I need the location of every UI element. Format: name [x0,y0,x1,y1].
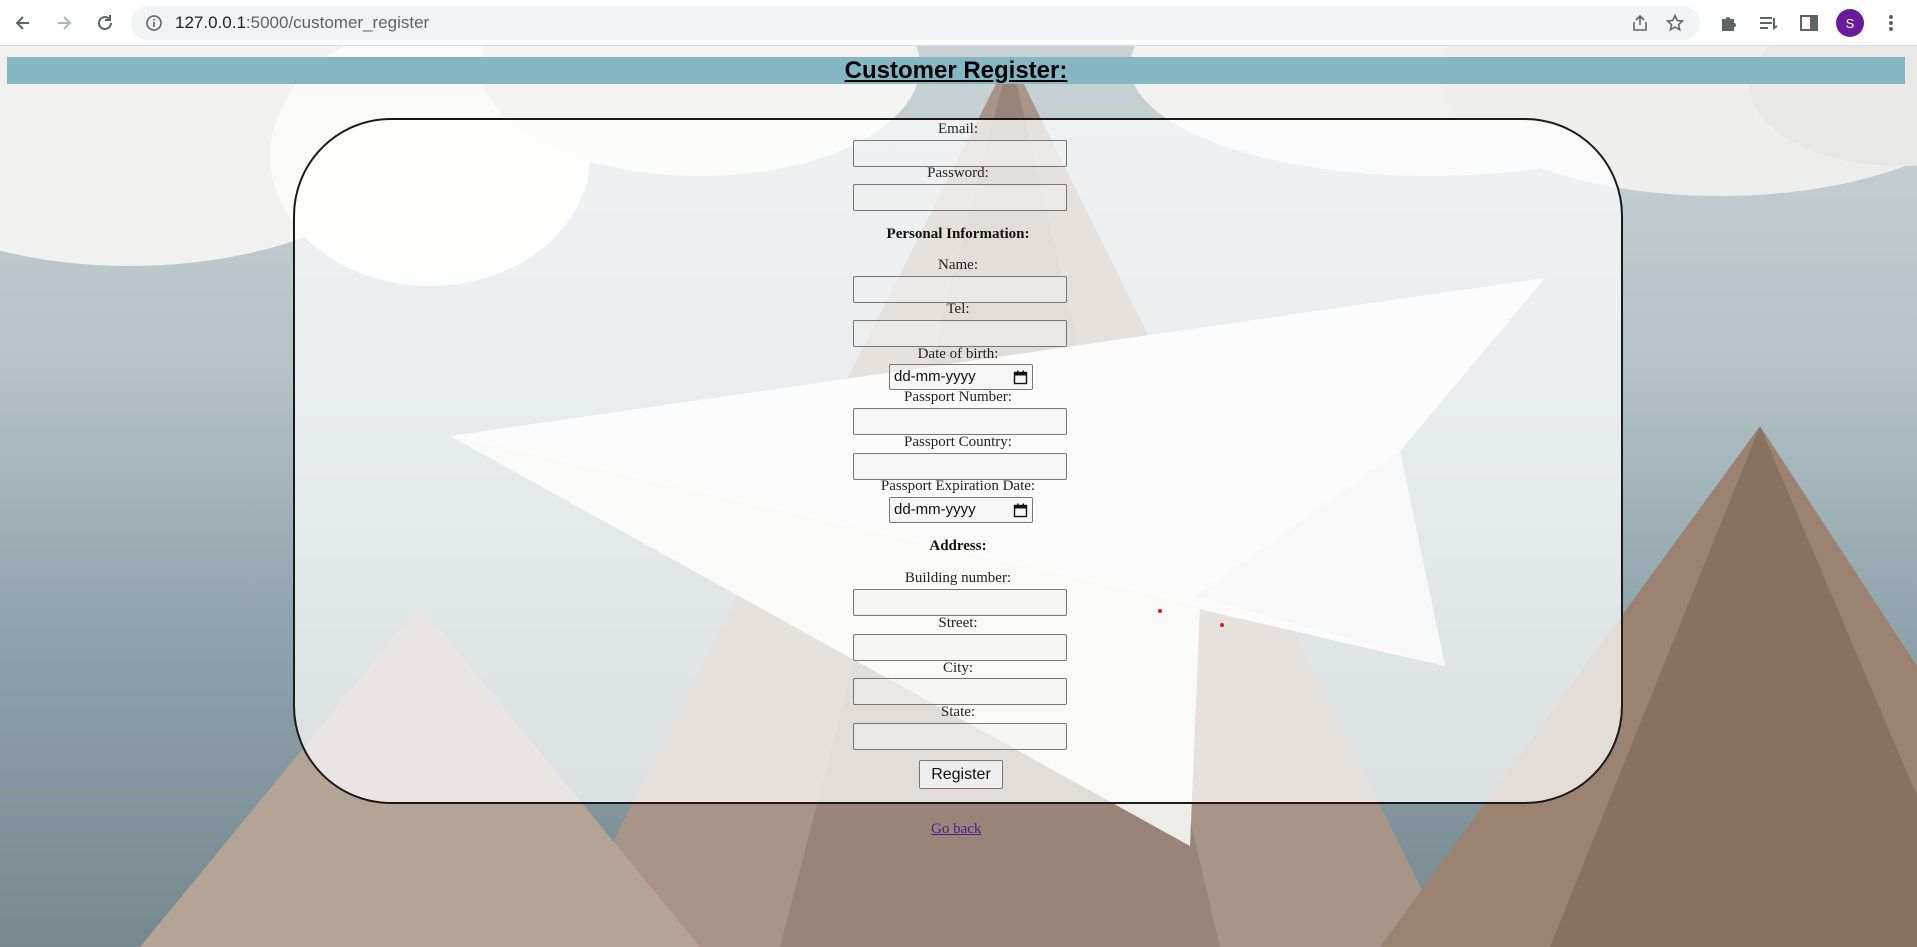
state-field[interactable] [853,723,1067,750]
red-dot-marker [1220,623,1224,627]
side-panel-icon[interactable] [1798,12,1820,34]
state-label: State: [940,704,976,720]
browser-toolbar: 127.0.0.1:5000/customer_register S [0,0,1917,46]
kebab-menu-icon[interactable] [1880,12,1902,34]
url-text: 127.0.0.1:5000/customer_register [175,6,429,40]
calendar-icon[interactable] [1013,503,1028,518]
page-title: Customer Register: [844,57,1068,84]
site-info-icon[interactable] [145,14,163,32]
red-dot-marker [1158,609,1162,613]
reading-list-icon[interactable] [1758,12,1780,34]
passport-country-label: Passport Country: [904,434,1012,450]
passport-number-field[interactable] [853,408,1067,435]
tel-label: Tel: [946,301,970,317]
profile-avatar[interactable]: S [1836,9,1864,37]
building-number-label: Building number: [904,570,1012,586]
city-field[interactable] [853,678,1067,705]
name-label: Name: [938,257,978,273]
name-field[interactable] [853,276,1067,303]
tel-field[interactable] [853,320,1067,347]
password-field[interactable] [853,184,1067,211]
forward-arrow-icon[interactable] [51,10,77,36]
url-host: 127.0.0.1 [175,13,246,32]
passport-number-label: Passport Number: [904,389,1012,405]
address-heading: Address: [929,538,987,554]
reload-icon[interactable] [92,10,118,36]
passport-country-field[interactable] [853,453,1067,480]
dob-placeholder: dd-mm-yyyy [894,368,976,385]
customer-register-form: Email: Password: Personal Information: N… [293,118,1623,804]
page-header: Customer Register: [7,57,1905,84]
bookmark-star-icon[interactable] [1665,13,1685,32]
register-button[interactable]: Register [919,760,1003,789]
dob-date-picker[interactable]: dd-mm-yyyy [889,364,1033,390]
back-arrow-icon[interactable] [10,10,36,36]
dob-label: Date of birth: [917,346,999,362]
extensions-puzzle-icon[interactable] [1718,12,1740,34]
passport-expiration-label: Passport Expiration Date: [880,478,1036,494]
calendar-icon[interactable] [1013,370,1028,385]
street-label: Street: [938,615,978,631]
email-label: Email: [938,121,978,137]
page-viewport: Customer Register: Email: Password: Pers… [0,46,1917,947]
password-label: Password: [927,165,989,181]
go-back-link[interactable]: Go back [931,821,981,838]
building-number-field[interactable] [853,589,1067,616]
email-field[interactable] [853,140,1067,167]
personal-info-heading: Personal Information: [886,226,1030,242]
passport-expiration-date-picker[interactable]: dd-mm-yyyy [889,497,1033,523]
address-bar[interactable]: 127.0.0.1:5000/customer_register [131,6,1700,40]
share-icon[interactable] [1631,14,1649,32]
url-path: :5000/customer_register [245,13,430,32]
city-label: City: [942,660,973,676]
passport-expiration-placeholder: dd-mm-yyyy [894,501,976,518]
street-field[interactable] [853,634,1067,661]
